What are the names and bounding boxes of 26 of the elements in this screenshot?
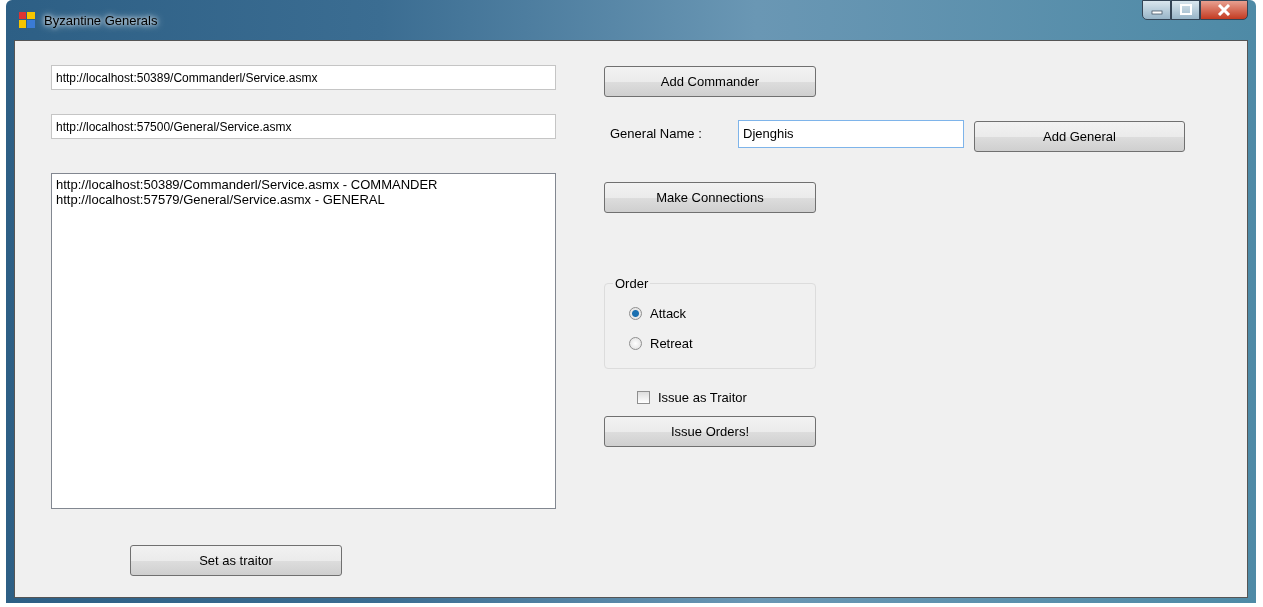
radio-label: Attack (650, 305, 687, 321)
maximize-button[interactable] (1171, 0, 1200, 20)
general-url-field[interactable]: http://localhost:57500/General/Service.asmx (51, 114, 556, 139)
add-general-button[interactable]: Add General (974, 121, 1185, 152)
add-commander-button[interactable]: Add Commander (604, 66, 816, 97)
close-button[interactable] (1200, 0, 1248, 20)
minimize-button[interactable] (1142, 0, 1171, 20)
window-title: Byzantine Generals (44, 12, 158, 28)
group-title: Order (613, 276, 651, 291)
checkbox[interactable] (637, 390, 650, 404)
list-item[interactable]: http://localhost:57579/General/Service.asmx - GENERAL (56, 192, 551, 207)
radio-label: Retreat (650, 335, 693, 351)
set-as-traitor-button[interactable]: Set as traitor (130, 545, 342, 576)
checkbox-label: Issue as Traitor (658, 389, 747, 405)
radio-button[interactable] (629, 336, 642, 350)
general-name-field[interactable]: Djenghis (738, 119, 964, 148)
general-name-label: General Name : (610, 126, 703, 141)
make-connections-button[interactable]: Make Connections (604, 182, 816, 213)
maximize-icon (1178, 4, 1193, 16)
commander-url-field[interactable]: http://localhost:50389/Commanderl/Service.asmx (51, 65, 556, 90)
list-item[interactable]: http://localhost:50389/Commanderl/Service.asmx - COMMANDER (56, 177, 551, 192)
issue-orders-button[interactable]: Issue Orders! (604, 416, 816, 447)
app-icon (18, 11, 36, 29)
close-icon (1217, 4, 1231, 16)
radio-button[interactable] (629, 306, 642, 320)
connections-list[interactable]: http://localhost:50389/Commanderl/Service.asmx - COMMANDER http://localhost:57579/General/Service.asmx - GENERAL (51, 173, 556, 509)
